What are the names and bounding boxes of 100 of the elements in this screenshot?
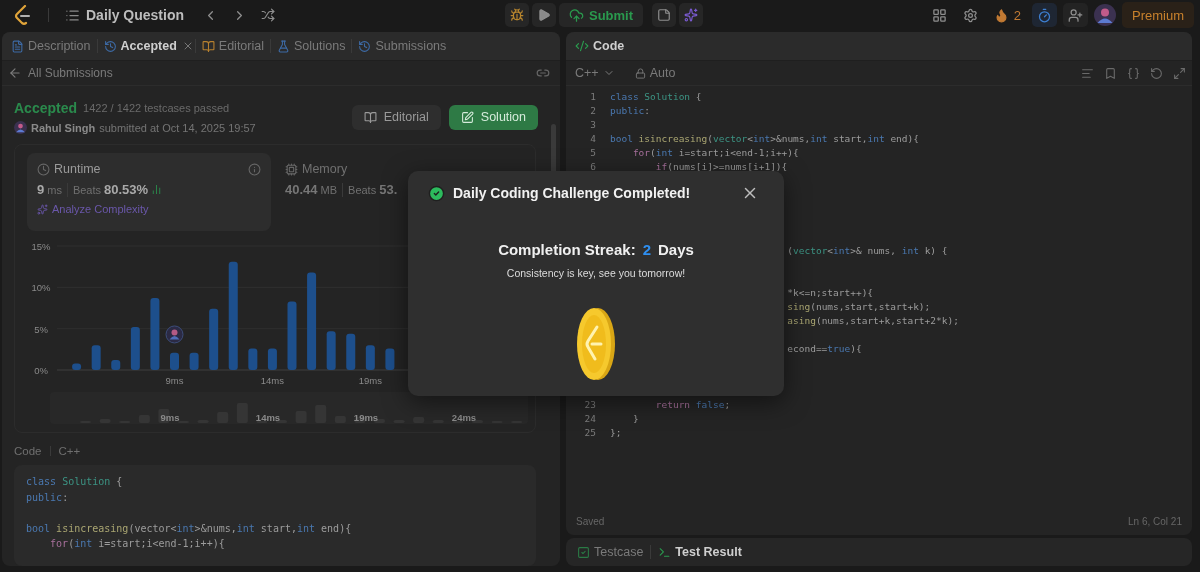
info-icon[interactable]	[248, 162, 261, 176]
timer-button[interactable]	[1032, 3, 1057, 27]
reset-icon[interactable]	[1150, 66, 1163, 80]
streak-button[interactable]: 2	[988, 3, 1026, 27]
link-icon[interactable]	[536, 66, 550, 80]
status-text: Accepted	[14, 100, 78, 116]
run-button[interactable]	[531, 3, 556, 27]
panel-tab[interactable]: Solutions	[272, 34, 351, 58]
code-line: econd==true){	[787, 342, 862, 356]
note-icon	[657, 8, 672, 22]
line-number: 25	[583, 426, 596, 440]
beats-label: Beats	[72, 183, 102, 196]
language-dropdown[interactable]: C++	[570, 61, 620, 85]
stat-title: Runtime	[54, 162, 101, 176]
list-icon[interactable]	[65, 7, 80, 23]
line-number: 23	[583, 398, 596, 412]
flame-icon	[993, 7, 1009, 23]
cloud-upload-icon	[568, 7, 584, 23]
expand-icon[interactable]	[1173, 66, 1186, 80]
bar-chart-icon	[151, 184, 163, 195]
debug-button[interactable]	[504, 3, 529, 27]
submitted-text: submitted at Oct 14, 2025 19:57	[99, 121, 256, 134]
code-line: sing(nums,start,start+k);	[787, 300, 931, 314]
check-icon	[428, 184, 445, 202]
analyze-complexity-link[interactable]: Analyze Complexity	[37, 203, 149, 215]
history-icon	[103, 39, 117, 53]
user-avatar-icon	[14, 121, 27, 134]
chart-bar	[385, 348, 395, 370]
solution-button[interactable]: Solution	[448, 104, 538, 130]
code-line: bool isincreasing(vector<int>&nums,int start,int end){	[610, 132, 919, 146]
axis-label: 24ms	[451, 412, 477, 423]
terminal-icon	[658, 545, 672, 559]
avatar-marker-icon	[165, 325, 184, 344]
premium-button[interactable]: Premium	[1122, 2, 1194, 28]
submit-button[interactable]: Submit	[558, 3, 644, 27]
stat-unit: ms	[47, 183, 62, 196]
settings-icon	[962, 7, 978, 23]
axis-label: 9ms	[160, 412, 180, 423]
shuffle-icon	[261, 8, 276, 22]
book-icon	[201, 39, 215, 53]
chart-bar	[248, 348, 258, 370]
chart-bar	[209, 308, 219, 370]
code-icon	[575, 39, 589, 53]
chart-bar	[189, 352, 199, 370]
sparkle-icon	[37, 203, 48, 215]
chart-bar	[326, 331, 336, 370]
flask-icon	[277, 39, 290, 53]
console-tab[interactable]: Testcase	[572, 540, 649, 564]
pen-icon	[460, 110, 474, 124]
line-number: 4	[589, 132, 596, 146]
code-line: (vector<int>& nums, int k) {	[787, 244, 948, 258]
panel-tab[interactable]: Editorial	[196, 34, 269, 58]
panel-tab[interactable]: Submissions	[353, 34, 452, 58]
axis-label: 19ms	[358, 375, 382, 386]
panel-tab[interactable]: Description	[6, 34, 96, 58]
beats-label: Beats	[348, 183, 377, 196]
stat-value: 9	[37, 182, 45, 197]
line-number: 5	[589, 146, 596, 160]
axis-label: 14ms	[260, 375, 285, 386]
code-line: bool isincreasing(vector<int>&nums,int start,int end){	[26, 521, 353, 536]
code-line: public:	[26, 490, 70, 505]
code-line: class Solution {	[26, 475, 124, 489]
bookmark-icon[interactable]	[1104, 66, 1117, 80]
book-icon	[363, 110, 377, 124]
timer-icon	[1037, 7, 1052, 23]
stat-card[interactable]: Runtime 9 ms Beats 80.53% Analyze Complexity	[27, 153, 271, 231]
checkbox-icon	[577, 545, 590, 559]
add-friend-button[interactable]	[1063, 3, 1088, 27]
braces-icon[interactable]	[1127, 66, 1140, 80]
chart-bar	[170, 352, 179, 370]
line-number: 1	[589, 90, 596, 104]
panel-tab[interactable]: Accepted	[98, 34, 182, 58]
editorial-button[interactable]: Editorial	[351, 104, 441, 130]
code-tab[interactable]: Code	[570, 34, 630, 58]
beats-value: 53.	[379, 182, 398, 197]
chart-bar	[72, 363, 82, 370]
auto-mode-button[interactable]: Auto	[629, 61, 681, 85]
axis-label: 14ms	[255, 412, 281, 423]
stat-unit: MB	[320, 183, 338, 196]
logo-icon[interactable]	[14, 5, 32, 25]
chart-bar	[130, 327, 140, 370]
note-button[interactable]	[652, 3, 677, 27]
profile-avatar-icon	[1094, 4, 1116, 26]
back-link[interactable]: All Submissions	[8, 66, 113, 80]
user-name[interactable]: Rahul Singh	[31, 121, 96, 134]
console-tab[interactable]: Test Result	[653, 540, 747, 564]
chip-icon	[285, 162, 298, 176]
line-number: 2	[589, 104, 596, 118]
history-icon	[358, 39, 372, 53]
line-number: 24	[583, 412, 596, 426]
chart-bar	[91, 345, 101, 370]
code-line: for(int i=start;i<end-1;i++){	[631, 146, 799, 160]
line-number: 3	[589, 118, 596, 132]
arrow-left-icon	[8, 66, 22, 80]
sparkle-button[interactable]	[679, 3, 704, 27]
format-icon[interactable]	[1081, 66, 1094, 80]
code-line: return false;	[654, 398, 731, 412]
save-status: Saved	[576, 516, 605, 527]
problem-list-title[interactable]: Daily Question	[86, 7, 185, 23]
lock-icon	[634, 67, 646, 79]
